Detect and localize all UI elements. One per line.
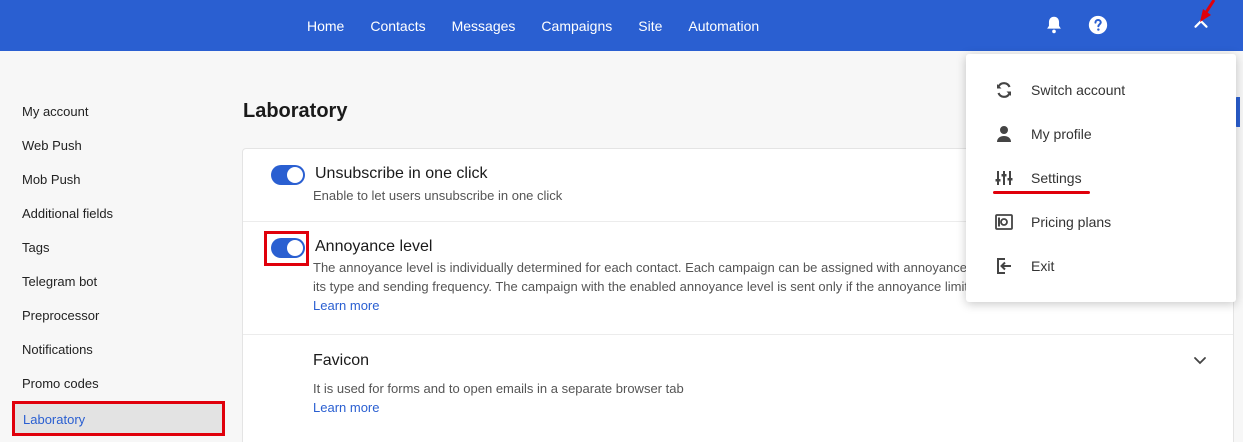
refresh-icon bbox=[997, 82, 1011, 98]
row-divider bbox=[243, 334, 1233, 335]
unsubscribe-toggle[interactable] bbox=[271, 165, 305, 185]
menu-item-label: Settings bbox=[1031, 170, 1082, 186]
nav-home[interactable]: Home bbox=[307, 18, 344, 34]
menu-item-switch-account[interactable]: Switch account bbox=[966, 72, 1236, 108]
sidebar-item-mob-push[interactable]: Mob Push bbox=[22, 172, 81, 187]
menu-item-pricing-plans[interactable]: Pricing plans bbox=[966, 204, 1236, 240]
nav-automation[interactable]: Automation bbox=[688, 18, 759, 34]
option-title: Unsubscribe in one click bbox=[315, 165, 488, 182]
nav-contacts[interactable]: Contacts bbox=[370, 18, 425, 34]
option-description: The annoyance level is individually dete… bbox=[313, 260, 968, 275]
settings-underline-annotation bbox=[993, 191, 1090, 194]
toggle-knob bbox=[287, 167, 303, 183]
learn-more-link[interactable]: Learn more bbox=[313, 400, 379, 415]
sidebar-item-telegram-bot[interactable]: Telegram bot bbox=[22, 274, 97, 289]
sidebar-item-promo-codes[interactable]: Promo codes bbox=[22, 376, 99, 391]
menu-item-exit[interactable]: Exit bbox=[966, 248, 1236, 284]
sidebar-item-laboratory[interactable]: Laboratory bbox=[12, 401, 225, 436]
main-nav: Home Contacts Messages Campaigns Site Au… bbox=[294, 0, 772, 51]
menu-item-my-profile[interactable]: My profile bbox=[966, 116, 1236, 152]
option-description: It is used for forms and to open emails … bbox=[313, 381, 684, 396]
option-description: Enable to let users unsubscribe in one c… bbox=[313, 188, 563, 203]
sliders-icon bbox=[995, 171, 1013, 185]
toggle-highlight-annotation bbox=[264, 231, 309, 266]
chevron-down-icon[interactable] bbox=[1193, 356, 1207, 366]
menu-item-label: Exit bbox=[1031, 258, 1055, 274]
learn-more-link[interactable]: Learn more bbox=[313, 298, 379, 313]
menu-item-label: Pricing plans bbox=[1031, 214, 1112, 230]
nav-messages[interactable]: Messages bbox=[452, 18, 516, 34]
red-arrow-annotation-icon bbox=[1200, 0, 1216, 22]
sidebar-item-preprocessor[interactable]: Preprocessor bbox=[22, 308, 99, 323]
option-description: its type and sending frequency. The camp… bbox=[313, 279, 968, 294]
option-title: Favicon bbox=[313, 352, 370, 369]
menu-item-label: Switch account bbox=[1031, 82, 1126, 98]
sidebar-item-my-account[interactable]: My account bbox=[22, 104, 88, 119]
sidebar-item-web-push[interactable]: Web Push bbox=[22, 138, 82, 153]
sidebar-item-label: Laboratory bbox=[23, 412, 86, 427]
sidebar-item-additional-fields[interactable]: Additional fields bbox=[22, 206, 113, 221]
nav-site[interactable]: Site bbox=[638, 18, 662, 34]
person-icon bbox=[997, 126, 1011, 142]
nav-campaigns[interactable]: Campaigns bbox=[541, 18, 612, 34]
page-title: Laboratory bbox=[243, 100, 348, 122]
help-icon[interactable] bbox=[1087, 14, 1109, 36]
menu-item-label: My profile bbox=[1031, 126, 1092, 142]
exit-icon bbox=[997, 258, 1011, 274]
sidebar-item-tags[interactable]: Tags bbox=[22, 240, 49, 255]
account-dropdown-menu: Switch account My profile Settings Prici… bbox=[966, 54, 1236, 302]
bell-icon[interactable] bbox=[1043, 14, 1065, 36]
option-title: Annoyance level bbox=[315, 238, 433, 255]
sidebar-item-notifications[interactable]: Notifications bbox=[22, 342, 93, 357]
money-icon bbox=[995, 214, 1013, 230]
